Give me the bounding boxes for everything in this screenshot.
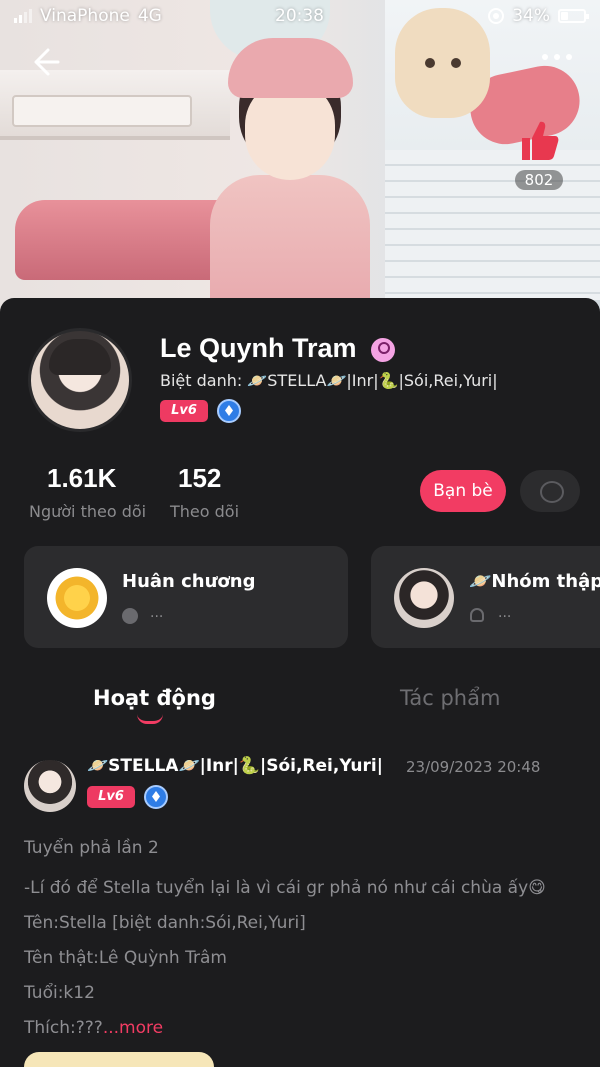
medal-icon [47,568,107,628]
network-type: 4G [137,6,162,26]
battery-fill [561,12,569,20]
profile-avatar[interactable] [28,328,132,432]
medal-card-title: Huân chương [122,571,256,592]
post-level-badge: Lv6 [87,786,135,808]
post-line: Tên:Stella [biệt danh:Sói,Rei,Yuri] [24,913,306,933]
post-more-link[interactable]: ...more [103,1018,163,1038]
battery-icon [558,9,589,23]
level-badge: Lv6 [160,400,208,422]
status-bar: VinaPhone 4G 20:38 34% [0,0,600,32]
members-icon [470,608,484,622]
gender-badge-icon [371,338,395,362]
post-last-line: Thích:???...more [24,1018,163,1038]
battery-percent: 34% [512,6,550,26]
thumbs-up-icon [522,121,559,160]
post-line: Tên thật:Lê Quỳnh Trâm [24,948,227,968]
signal-icon [14,9,32,23]
cover-character-hat [228,38,353,98]
group-card-sub: ... [498,605,512,621]
following-label: Theo dõi [170,502,240,521]
post-line: Tuyển phả lần 2 [24,838,159,858]
medal-small-icon [122,608,138,624]
back-arrow-icon[interactable] [26,44,62,80]
tab-works[interactable]: Tác phẩm [400,686,500,710]
post-tag-chip[interactable] [24,1052,214,1067]
tab-activity[interactable]: Hoạt động [93,686,216,710]
chat-button[interactable] [520,470,580,512]
post-verified-gem-icon [144,785,168,809]
orientation-lock-icon [488,8,505,24]
post-line: -Lí đó để Stella tuyển lại là vì cái gr … [24,878,546,898]
post-timestamp: 23/09/2023 20:48 [406,758,541,776]
friend-button[interactable]: Bạn bè [420,470,506,512]
carrier-name: VinaPhone [40,6,130,26]
profile-nickname: Biệt danh: 🪐STELLA🪐|Inr|🐍|Sói,Rei,Yuri| [160,371,498,390]
post-author-avatar[interactable] [24,760,76,812]
following-count[interactable]: 152 [178,463,221,494]
profile-name: Le Quynh Tram [160,333,357,363]
medal-card-sub: ... [150,605,164,621]
like-count: 802 [514,170,564,190]
followers-label: Người theo dõi [29,502,147,521]
followers-count[interactable]: 1.61K [47,463,116,494]
post-author-name[interactable]: 🪐STELLA🪐|Inr|🐍|Sói,Rei,Yuri| [87,756,383,776]
post-line: Tuổi:k12 [24,983,95,1003]
group-card-title: 🪐Nhóm thập [469,571,600,592]
more-options-button[interactable] [542,54,572,60]
group-avatar [394,568,454,628]
post-line-text: Thích:??? [24,1018,103,1038]
like-button[interactable]: 802 [510,118,568,190]
verified-gem-icon [217,399,241,423]
clock: 20:38 [275,6,324,26]
cover-drawer [12,95,192,127]
